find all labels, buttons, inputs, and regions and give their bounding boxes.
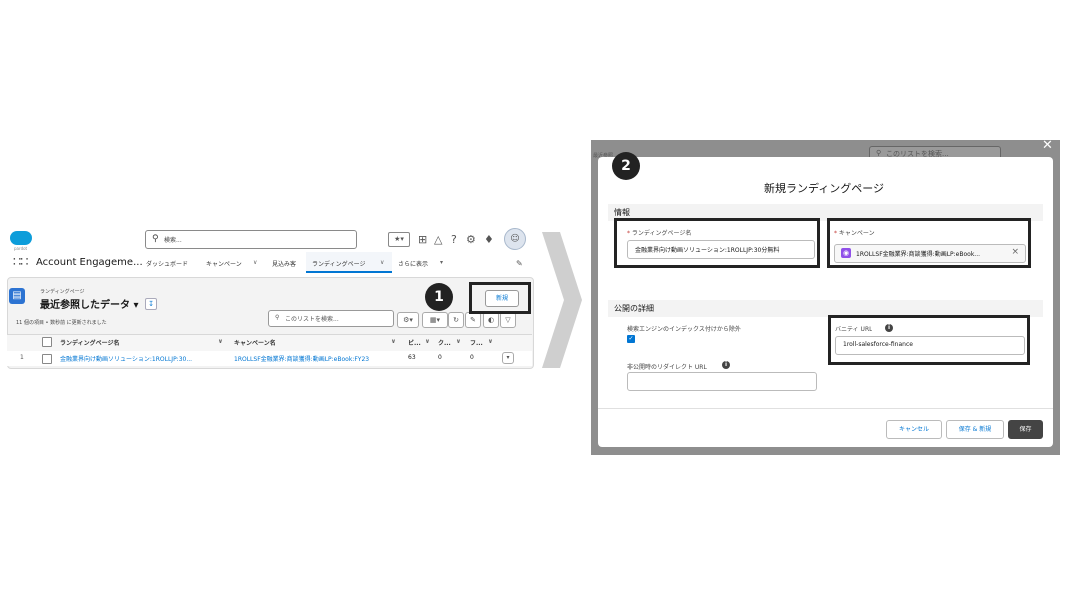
add-icon[interactable]: ⊞	[418, 233, 427, 246]
gear-icon[interactable]: ⚙	[466, 233, 476, 246]
nav-item-more[interactable]: さらに表示	[398, 259, 428, 268]
column-header-campaign[interactable]: キャンペーン名	[234, 338, 276, 347]
chevron-right-arrow	[542, 232, 582, 368]
select-all-checkbox[interactable]	[42, 337, 52, 347]
search-icon: ⚲	[152, 234, 159, 244]
landing-page-name-value: 金融業界向け動画ソリューション:1ROLLJP:30分無料	[635, 247, 780, 254]
exclude-search-checkbox[interactable]: ✓	[627, 335, 635, 343]
list-view-screenshot: pardot ⚲ 検索... ★▾ ⊞ △ ? ⚙ ♦ ☺ ∷∷ Account…	[0, 222, 540, 369]
views-cell: 63	[408, 354, 416, 361]
info-icon[interactable]: i	[722, 361, 730, 369]
search-icon: ⚲	[876, 149, 882, 157]
logo-subtext: pardot	[14, 246, 28, 251]
chevron-down-icon[interactable]: ∨	[253, 259, 257, 266]
campaign-value: 1ROLLSF金融業界:商談獲得:動画LP:eBook...	[856, 251, 981, 258]
help-icon[interactable]: ?	[451, 233, 457, 246]
save-and-new-button[interactable]: 保存 & 新規	[946, 420, 1004, 439]
filter-icon[interactable]: ▽	[500, 312, 516, 328]
display-as-table-icon[interactable]: ▦▾	[422, 312, 448, 328]
vanity-url-value: 1roll-salesforce-finance	[843, 341, 913, 348]
remove-campaign-close-icon[interactable]: ×	[1011, 247, 1019, 257]
new-landing-page-modal-screenshot: ⚲ このリストを検索... 最近参照 ✕ 2 新規ランディングページ 情報 * …	[591, 140, 1060, 455]
list-meta: 11 個の項目 • 数秒前 に更新されました	[16, 320, 107, 326]
clicks-cell: 0	[438, 354, 442, 361]
landing-page-name-label: * ランディングページ名	[627, 230, 692, 237]
campaign-name-link[interactable]: 1ROLLSF金融業界:商談獲得:動画LP:eBook:FY23	[234, 354, 389, 363]
chevron-down-icon[interactable]: ∨	[391, 338, 396, 345]
row-number: 1	[20, 354, 24, 361]
search-icon: ⚲	[275, 314, 280, 321]
column-header-forms[interactable]: フ...	[470, 338, 483, 347]
column-header-landing-page-name[interactable]: ランディングページ名	[60, 338, 119, 347]
chevron-down-icon[interactable]: ∨	[456, 338, 461, 345]
nav-item-dashboard[interactable]: ダッシュボード	[146, 259, 188, 268]
step-badge-2: 2	[612, 152, 640, 180]
global-search-input[interactable]: ⚲ 検索...	[145, 230, 357, 249]
app-name: Account Engageme...	[36, 257, 143, 268]
close-icon[interactable]: ✕	[1042, 140, 1053, 153]
landing-page-name-link[interactable]: 金融業界向け動画ソリューション:1ROLLJP:30...	[60, 354, 210, 363]
section-info-title: 情報	[614, 208, 630, 217]
campaign-label-text: キャンペーン	[838, 230, 875, 237]
vanity-url-input[interactable]: 1roll-salesforce-finance	[835, 336, 1025, 355]
forms-cell: 0	[470, 354, 474, 361]
list-search-placeholder: このリストを検索...	[285, 316, 339, 323]
pencil-icon[interactable]: ✎	[516, 259, 523, 268]
trailhead-icon[interactable]: △	[434, 233, 442, 246]
redirect-url-label: 非公開時のリダイレクト URL	[627, 364, 707, 371]
global-search-placeholder: 検索...	[164, 237, 182, 244]
waffle-icon[interactable]: ∷∷	[13, 255, 29, 270]
list-view-title-text: 最近参照したデータ	[40, 300, 130, 311]
step-badge-1: 1	[425, 283, 453, 311]
exclude-search-label: 検索エンジンのインデックス付けから除外	[627, 326, 741, 333]
salesforce-logo	[10, 231, 32, 245]
pin-icon[interactable]: ↧	[145, 298, 157, 310]
row-actions-menu-icon[interactable]: ▾	[502, 352, 514, 364]
column-header-clicks[interactable]: ク...	[438, 338, 451, 347]
list-view-title[interactable]: 最近参照したデータ ▾	[40, 296, 139, 311]
nav-item-campaigns[interactable]: キャンペーン	[206, 259, 242, 268]
caret-down-icon[interactable]: ▾	[440, 259, 443, 266]
edit-list-pencil-icon[interactable]: ✎	[465, 312, 481, 328]
info-icon[interactable]: i	[885, 324, 893, 332]
chevron-down-icon[interactable]: ∨	[425, 338, 430, 345]
avatar[interactable]: ☺	[504, 228, 526, 250]
nav-item-landing-pages[interactable]: ランディングページ	[312, 259, 365, 268]
highlight-new-button	[469, 282, 531, 314]
redirect-url-input[interactable]	[627, 372, 817, 391]
favorites-star-icon[interactable]: ★▾	[388, 232, 410, 247]
nav-item-prospects[interactable]: 見込み客	[272, 259, 296, 268]
vanity-url-label: バニティ URL	[835, 326, 873, 333]
modal-title: 新規ランディングページ	[764, 182, 885, 195]
campaign-label: * キャンペーン	[834, 230, 875, 237]
save-button[interactable]: 保存	[1008, 420, 1043, 439]
list-search-input[interactable]: ⚲ このリストを検索...	[268, 310, 394, 327]
landing-page-name-label-text: ランディングページ名	[631, 230, 692, 237]
cancel-button[interactable]: キャンセル	[886, 420, 942, 439]
campaign-icon: ◉	[841, 248, 851, 258]
footer-divider	[598, 408, 1053, 409]
campaign-lookup-pill[interactable]: ◉ 1ROLLSF金融業界:商談獲得:動画LP:eBook... ×	[834, 244, 1026, 263]
object-type-label: ランディングページ	[40, 289, 85, 295]
landing-page-icon: ▤	[9, 288, 25, 304]
chevron-down-icon[interactable]: ∨	[218, 338, 223, 345]
list-settings-gear-icon[interactable]: ⚙▾	[397, 312, 419, 328]
column-header-views[interactable]: ビ...	[408, 338, 421, 347]
refresh-icon[interactable]: ↻	[448, 312, 464, 328]
bell-icon[interactable]: ♦	[484, 233, 494, 246]
landing-page-name-input[interactable]: 金融業界向け動画ソリューション:1ROLLJP:30分無料	[627, 240, 815, 259]
section-publish-title: 公開の詳細	[614, 304, 654, 313]
row-checkbox[interactable]	[42, 354, 52, 364]
chevron-down-icon[interactable]: ∨	[380, 259, 384, 266]
chart-icon[interactable]: ◐	[483, 312, 499, 328]
chevron-down-icon[interactable]: ∨	[488, 338, 493, 345]
